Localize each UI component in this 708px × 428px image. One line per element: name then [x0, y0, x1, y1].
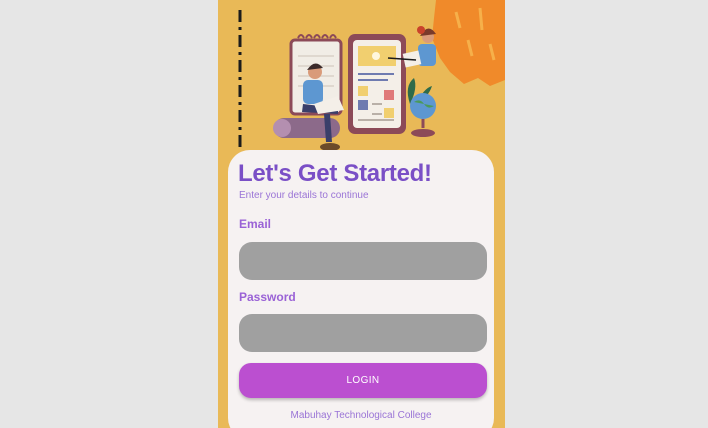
- login-card: Let's Get Started! Enter your details to…: [228, 150, 494, 428]
- password-label: Password: [239, 290, 296, 304]
- page-title: Let's Get Started!: [238, 160, 432, 187]
- page-subtitle: Enter your details to continue: [239, 190, 369, 201]
- password-field[interactable]: [239, 314, 487, 352]
- login-button[interactable]: LOGIN: [239, 363, 487, 398]
- college-footer: Mabuhay Technological College: [290, 410, 432, 421]
- email-field[interactable]: [239, 242, 487, 280]
- study-illustration: [238, 0, 505, 151]
- app-screen: Let's Get Started! Enter your details to…: [218, 0, 505, 428]
- email-label: Email: [239, 217, 272, 231]
